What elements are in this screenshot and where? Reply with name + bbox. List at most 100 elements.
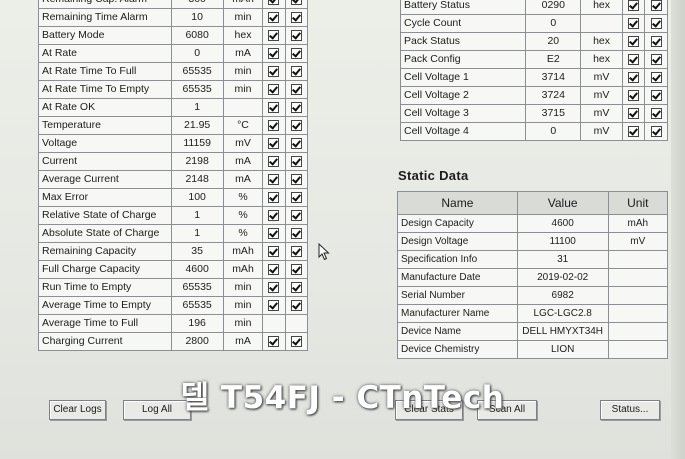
scan-checkbox[interactable] bbox=[284, 0, 309, 9]
checkbox-checked-icon[interactable] bbox=[290, 209, 302, 221]
checkbox-checked-icon[interactable] bbox=[628, 89, 640, 101]
checkbox-checked-icon[interactable] bbox=[650, 71, 662, 83]
checkbox-checked-icon[interactable] bbox=[268, 281, 280, 293]
log-checkbox[interactable] bbox=[262, 8, 286, 27]
checkbox-checked-icon[interactable] bbox=[268, 65, 280, 77]
scan-checkbox[interactable] bbox=[284, 98, 309, 117]
checkbox-checked-icon[interactable] bbox=[268, 245, 280, 257]
checkbox-checked-icon[interactable] bbox=[268, 11, 280, 23]
log-checkbox[interactable] bbox=[262, 116, 286, 135]
checkbox-checked-icon[interactable] bbox=[268, 119, 280, 131]
scan-checkbox[interactable] bbox=[284, 260, 309, 279]
checkbox-checked-icon[interactable] bbox=[268, 209, 280, 221]
checkbox-checked-icon[interactable] bbox=[290, 47, 302, 59]
scan-checkbox[interactable] bbox=[644, 14, 668, 33]
checkbox-checked-icon[interactable] bbox=[628, 53, 640, 65]
checkbox-checked-icon[interactable] bbox=[290, 191, 302, 203]
scan-checkbox[interactable] bbox=[284, 206, 309, 225]
log-checkbox[interactable] bbox=[262, 278, 286, 297]
scan-checkbox[interactable] bbox=[284, 314, 309, 333]
log-checkbox[interactable] bbox=[262, 0, 286, 9]
log-checkbox[interactable] bbox=[621, 0, 646, 15]
log-checkbox[interactable] bbox=[262, 98, 286, 117]
log-checkbox[interactable] bbox=[262, 188, 286, 207]
scan-checkbox[interactable] bbox=[284, 80, 309, 99]
checkbox-checked-icon[interactable] bbox=[268, 335, 280, 347]
log-checkbox[interactable] bbox=[262, 152, 286, 171]
checkbox-checked-icon[interactable] bbox=[268, 83, 280, 95]
checkbox-checked-icon[interactable] bbox=[650, 107, 662, 119]
log-checkbox[interactable] bbox=[621, 104, 646, 123]
log-checkbox[interactable] bbox=[621, 14, 646, 33]
scan-checkbox[interactable] bbox=[284, 170, 309, 189]
checkbox-checked-icon[interactable] bbox=[290, 11, 302, 23]
scan-checkbox[interactable] bbox=[284, 134, 309, 153]
scan-checkbox[interactable] bbox=[284, 242, 309, 261]
checkbox-checked-icon[interactable] bbox=[290, 155, 302, 167]
log-checkbox[interactable] bbox=[262, 170, 286, 189]
checkbox-checked-icon[interactable] bbox=[290, 281, 302, 293]
checkbox-checked-icon[interactable] bbox=[628, 107, 640, 119]
checkbox-checked-icon[interactable] bbox=[628, 35, 640, 47]
checkbox-checked-icon[interactable] bbox=[290, 137, 302, 149]
checkbox-checked-icon[interactable] bbox=[290, 263, 302, 275]
checkbox-checked-icon[interactable] bbox=[628, 17, 640, 29]
scan-checkbox[interactable] bbox=[644, 50, 668, 69]
checkbox-checked-icon[interactable] bbox=[268, 47, 280, 59]
scan-checkbox[interactable] bbox=[284, 152, 309, 171]
scan-checkbox[interactable] bbox=[284, 116, 309, 135]
checkbox-checked-icon[interactable] bbox=[268, 173, 280, 185]
log-checkbox[interactable] bbox=[262, 242, 286, 261]
scan-checkbox[interactable] bbox=[284, 26, 309, 45]
checkbox-checked-icon[interactable] bbox=[650, 125, 662, 137]
log-checkbox[interactable] bbox=[262, 80, 286, 99]
checkbox-checked-icon[interactable] bbox=[650, 53, 662, 65]
log-checkbox[interactable] bbox=[621, 32, 646, 51]
scan-checkbox[interactable] bbox=[284, 278, 309, 297]
checkbox-checked-icon[interactable] bbox=[268, 155, 280, 167]
log-checkbox[interactable] bbox=[262, 260, 286, 279]
log-checkbox[interactable] bbox=[621, 86, 646, 105]
log-checkbox[interactable] bbox=[621, 122, 646, 141]
log-checkbox[interactable] bbox=[621, 68, 646, 87]
checkbox-checked-icon[interactable] bbox=[268, 101, 280, 113]
log-checkbox[interactable] bbox=[621, 50, 646, 69]
checkbox-checked-icon[interactable] bbox=[628, 0, 640, 11]
scan-checkbox[interactable] bbox=[644, 0, 668, 15]
scan-checkbox[interactable] bbox=[284, 62, 309, 81]
checkbox-checked-icon[interactable] bbox=[268, 29, 280, 41]
scan-checkbox[interactable] bbox=[644, 68, 668, 87]
checkbox-checked-icon[interactable] bbox=[268, 191, 280, 203]
checkbox-checked-icon[interactable] bbox=[650, 35, 662, 47]
checkbox-checked-icon[interactable] bbox=[290, 245, 302, 257]
checkbox-checked-icon[interactable] bbox=[268, 227, 280, 239]
checkbox-checked-icon[interactable] bbox=[290, 101, 302, 113]
checkbox-checked-icon[interactable] bbox=[290, 83, 302, 95]
log-checkbox[interactable] bbox=[262, 314, 286, 333]
scan-checkbox[interactable] bbox=[284, 332, 309, 351]
log-checkbox[interactable] bbox=[262, 62, 286, 81]
checkbox-checked-icon[interactable] bbox=[290, 299, 302, 311]
checkbox-checked-icon[interactable] bbox=[628, 71, 640, 83]
checkbox-checked-icon[interactable] bbox=[290, 227, 302, 239]
checkbox-checked-icon[interactable] bbox=[268, 299, 280, 311]
checkbox-checked-icon[interactable] bbox=[290, 119, 302, 131]
scan-checkbox[interactable] bbox=[644, 86, 668, 105]
scan-checkbox[interactable] bbox=[284, 8, 309, 27]
log-checkbox[interactable] bbox=[262, 44, 286, 63]
log-checkbox[interactable] bbox=[262, 224, 286, 243]
checkbox-checked-icon[interactable] bbox=[650, 0, 662, 11]
scan-checkbox[interactable] bbox=[284, 224, 309, 243]
scan-checkbox[interactable] bbox=[644, 122, 668, 141]
log-checkbox[interactable] bbox=[262, 206, 286, 225]
checkbox-checked-icon[interactable] bbox=[290, 335, 302, 347]
scan-checkbox[interactable] bbox=[644, 32, 668, 51]
scan-checkbox[interactable] bbox=[644, 104, 668, 123]
log-checkbox[interactable] bbox=[262, 332, 286, 351]
checkbox-checked-icon[interactable] bbox=[290, 173, 302, 185]
checkbox-checked-icon[interactable] bbox=[290, 29, 302, 41]
log-checkbox[interactable] bbox=[262, 134, 286, 153]
checkbox-checked-icon[interactable] bbox=[650, 89, 662, 101]
checkbox-checked-icon[interactable] bbox=[650, 17, 662, 29]
scan-checkbox[interactable] bbox=[284, 188, 309, 207]
